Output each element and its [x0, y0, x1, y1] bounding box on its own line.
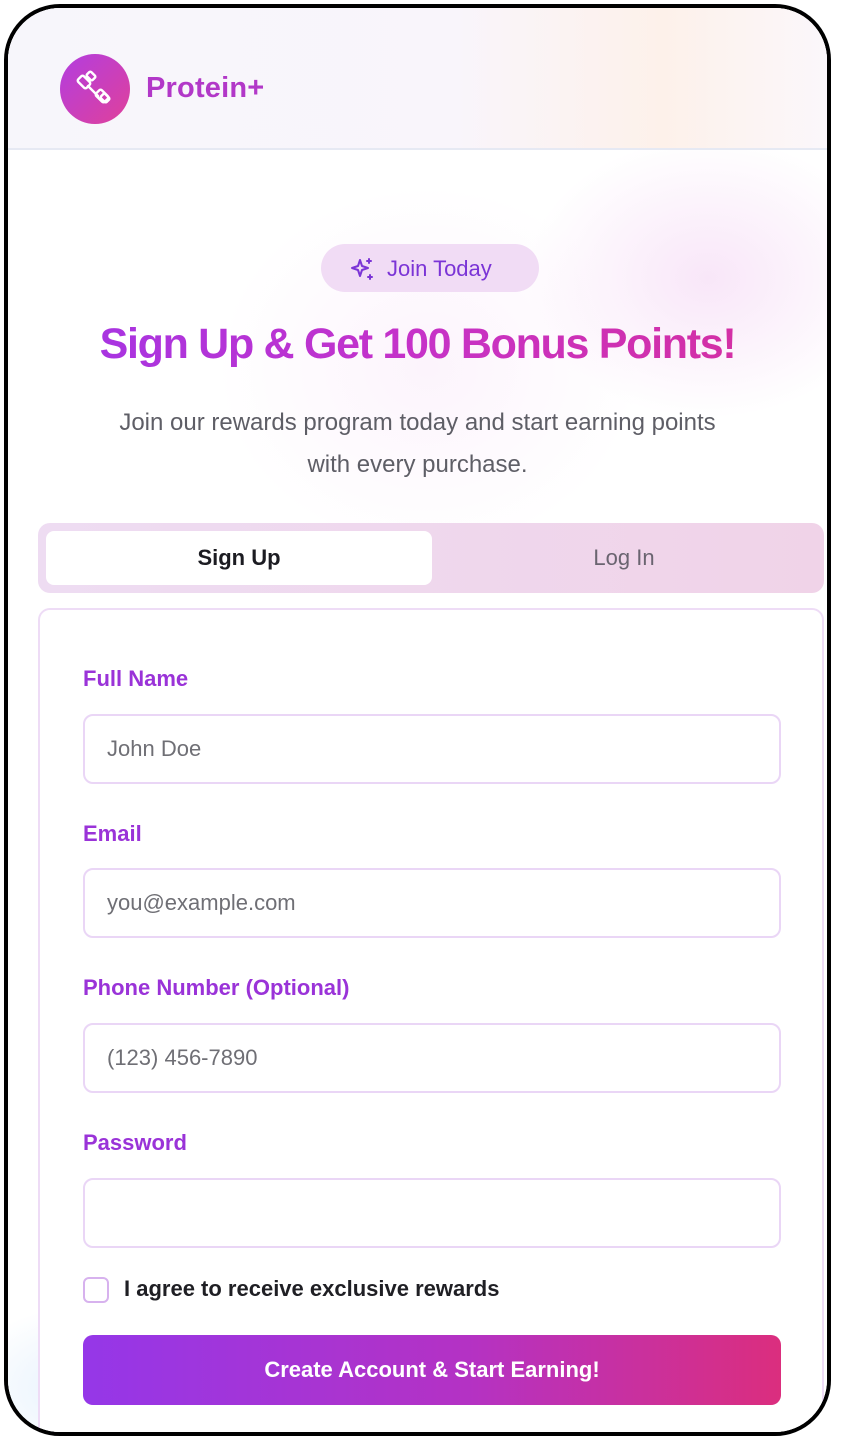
join-today-label: Join Today — [387, 256, 492, 281]
agree-label[interactable]: I agree to receive exclusive rewards — [124, 1276, 499, 1302]
screen: Protein+ Join Today Sign Up & Get 100 Bo… — [8, 8, 827, 1432]
subtitle-line: with every purchase. — [307, 451, 528, 478]
brand-name[interactable]: Protein+ — [146, 72, 264, 105]
page-subtitle: Join our rewards program today and start… — [48, 402, 787, 486]
full-name-label: Full Name — [83, 666, 189, 691]
subtitle-line: Join our rewards program today and start… — [119, 409, 716, 436]
email-field[interactable] — [83, 868, 781, 938]
dumbbell-icon — [76, 70, 111, 104]
full-name-field[interactable] — [83, 714, 781, 784]
page-title: Sign Up & Get 100 Bonus Points! — [8, 320, 827, 369]
signup-form: Full Name Email Phone Number (Optional) … — [38, 608, 824, 1432]
phone-frame: Protein+ Join Today Sign Up & Get 100 Bo… — [4, 4, 831, 1436]
app-header: Protein+ — [8, 8, 827, 150]
tab-log-in[interactable]: Log In — [432, 531, 816, 585]
password-label: Password — [83, 1130, 187, 1155]
sparkle-icon — [351, 258, 373, 280]
email-label: Email — [83, 821, 142, 846]
logo[interactable] — [60, 54, 130, 124]
phone-label: Phone Number (Optional) — [83, 975, 350, 1000]
tab-sign-up[interactable]: Sign Up — [46, 531, 432, 585]
join-today-badge: Join Today — [321, 244, 539, 292]
agree-checkbox[interactable] — [83, 1277, 109, 1303]
create-account-button[interactable]: Create Account & Start Earning! — [83, 1335, 781, 1405]
phone-field[interactable] — [83, 1023, 781, 1093]
auth-tabs: Sign Up Log In — [38, 523, 824, 593]
password-field[interactable] — [83, 1178, 781, 1248]
